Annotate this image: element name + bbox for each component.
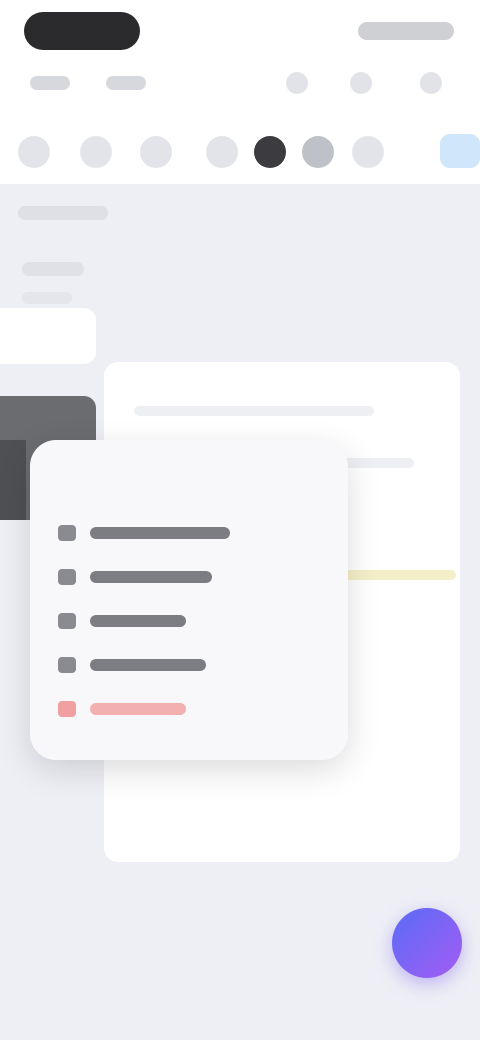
delete-icon <box>58 701 76 717</box>
status-bar <box>0 0 480 64</box>
thumbnail-strip <box>0 440 26 520</box>
back-button[interactable] <box>30 76 70 90</box>
more-icon[interactable] <box>420 72 442 94</box>
eraser-icon[interactable] <box>80 136 112 168</box>
highlighted-text <box>332 570 456 580</box>
lasso-icon[interactable] <box>140 136 172 168</box>
subsection-label <box>22 262 84 276</box>
section-label <box>18 206 108 220</box>
menu-item-label <box>90 527 230 539</box>
menu-item-copy[interactable] <box>58 520 230 546</box>
dynamic-island <box>24 12 140 50</box>
app-header <box>0 64 480 184</box>
context-menu <box>30 440 348 760</box>
status-indicators <box>358 22 454 40</box>
ai-assistant-button[interactable] <box>392 908 462 978</box>
header-title <box>106 76 146 90</box>
menu-item-label <box>90 703 186 715</box>
menu-item-rename[interactable] <box>58 652 206 678</box>
sync-icon[interactable] <box>440 134 480 168</box>
share-icon[interactable] <box>286 72 308 94</box>
pen-icon[interactable] <box>18 136 50 168</box>
color-swatch-mid[interactable] <box>302 136 334 168</box>
app-screen <box>0 0 480 1040</box>
menu-item-move[interactable] <box>58 608 186 634</box>
copy-icon <box>58 525 76 541</box>
subsection-meta <box>22 292 72 304</box>
drawing-toolbar <box>0 124 480 180</box>
menu-item-label <box>90 615 186 627</box>
menu-item-delete[interactable] <box>58 696 186 722</box>
header-row <box>0 64 480 112</box>
menu-item-label <box>90 659 206 671</box>
undo-icon[interactable] <box>352 136 384 168</box>
add-page-icon[interactable] <box>350 72 372 94</box>
color-swatch-dark[interactable] <box>254 136 286 168</box>
ruler-icon[interactable] <box>206 136 238 168</box>
sidebar-tab[interactable] <box>0 308 96 364</box>
move-icon <box>58 613 76 629</box>
rename-icon <box>58 657 76 673</box>
note-line <box>134 406 374 416</box>
duplicate-icon <box>58 569 76 585</box>
menu-item-label <box>90 571 212 583</box>
menu-item-duplicate[interactable] <box>58 564 212 590</box>
